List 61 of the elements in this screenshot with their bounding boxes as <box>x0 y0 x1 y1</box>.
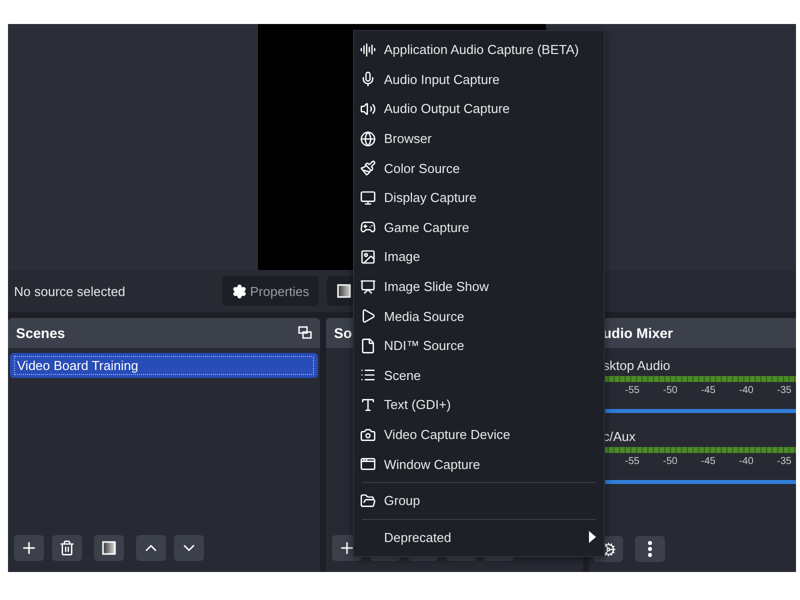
menu-item[interactable]: Game Capture <box>354 212 604 242</box>
text-icon <box>360 396 376 413</box>
meter-tick-label: -40 <box>739 385 754 396</box>
filter-icon <box>337 284 352 298</box>
plus-icon <box>20 539 38 557</box>
properties-button[interactable]: Properties <box>222 276 320 306</box>
filters-button[interactable] <box>94 535 124 561</box>
menu-item[interactable]: Audio Output Capture <box>354 94 604 124</box>
panel-title: So <box>334 325 352 341</box>
menu-item[interactable]: Deprecated <box>354 522 604 552</box>
delete-button[interactable] <box>52 535 82 561</box>
menu-item[interactable]: Display Capture <box>354 182 604 213</box>
paintbrush-icon <box>360 160 376 176</box>
kebab-icon <box>648 541 652 557</box>
presentation-icon <box>360 278 376 295</box>
image-icon <box>360 248 376 265</box>
menu-item[interactable]: Color Source <box>354 153 604 183</box>
undock-icon[interactable] <box>298 326 312 340</box>
microphone-icon <box>360 71 376 88</box>
window-icon <box>360 456 376 472</box>
speaker-icon <box>360 100 376 117</box>
move-up-button[interactable] <box>136 535 166 561</box>
menu-item[interactable]: Video Capture Device <box>354 420 604 450</box>
globe-icon <box>360 130 376 147</box>
meter-tick-label: -50 <box>663 385 678 396</box>
play-icon <box>360 308 376 324</box>
meter-tick-label: -35 <box>777 456 792 467</box>
scene-list-item[interactable]: Video Board Training <box>10 353 318 378</box>
panel-title: Scenes <box>16 325 66 341</box>
menu-item[interactable]: Browser <box>354 124 604 154</box>
meter-tick-label: -50 <box>663 456 678 467</box>
settings-icon <box>232 284 247 298</box>
meter-tick-label: -45 <box>701 456 716 467</box>
meter-tick-label: -45 <box>701 385 716 396</box>
menu-item[interactable]: NDI™ Source <box>354 330 604 361</box>
menu-item[interactable]: Media Source <box>354 301 604 331</box>
meter-tick-label: -35 <box>777 385 792 396</box>
camera-icon <box>360 426 376 443</box>
gamepad-icon <box>360 219 376 236</box>
menu-item[interactable]: Application Audio Capture (BETA) <box>354 35 604 65</box>
meter-tick-label: -55 <box>625 456 640 467</box>
meter-tick-label: -55 <box>625 385 640 396</box>
filter-icon <box>102 541 116 555</box>
menu-item[interactable]: Image <box>354 242 604 272</box>
add-button[interactable] <box>14 535 44 561</box>
monitor-icon <box>360 190 376 206</box>
more-button[interactable] <box>635 536 665 562</box>
meter-tick-label: -40 <box>739 456 754 467</box>
menu-item[interactable]: Audio Input Capture <box>354 64 604 94</box>
menu-item[interactable]: Window Capture <box>354 449 604 479</box>
menu-item[interactable]: Scene <box>354 360 604 390</box>
trash-icon <box>59 540 75 556</box>
menu-item[interactable]: Group <box>354 486 604 516</box>
folder-icon <box>360 492 376 509</box>
list-icon <box>360 367 376 384</box>
menu-item[interactable]: Text (GDI+) <box>354 390 604 420</box>
file-icon <box>360 338 376 354</box>
status-text: No source selected <box>14 284 126 298</box>
plus-icon <box>338 539 356 557</box>
menu-item[interactable]: Image Slide Show <box>354 272 604 302</box>
move-down-button[interactable] <box>174 535 204 561</box>
